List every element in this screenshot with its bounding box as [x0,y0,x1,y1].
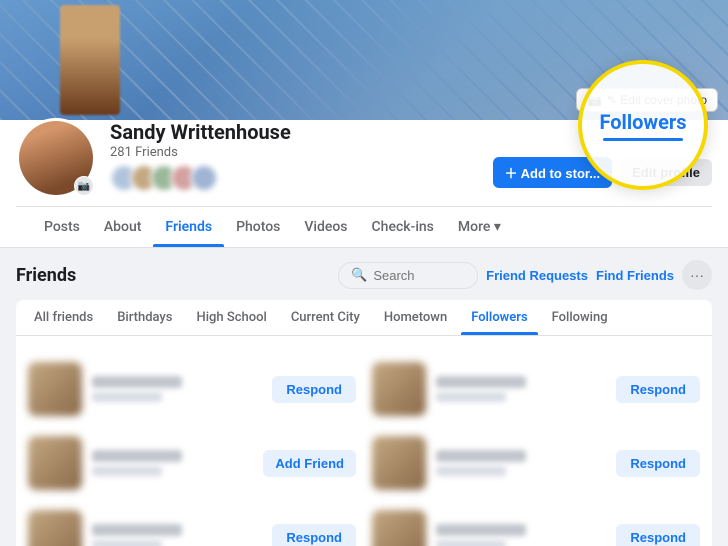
friend-name [92,524,182,536]
friend-requests-button[interactable]: Friend Requests [486,264,588,287]
profile-name-area: Sandy Writtenhouse 281 Friends [110,120,493,198]
filter-tab-currentcity[interactable]: Current City [281,300,370,335]
nav-tabs: Posts About Friends Photos Videos Check-… [16,206,712,247]
friend-info [436,450,606,476]
friend-card: Respond [368,504,704,546]
filter-tab-hometown[interactable]: Hometown [374,300,457,335]
followers-highlight-underline [603,138,683,141]
tab-posts[interactable]: Posts [32,207,92,247]
respond-button[interactable]: Respond [272,376,356,403]
followers-highlight-circle: Followers [578,60,708,190]
find-friends-button[interactable]: Find Friends [596,268,674,283]
tab-photos[interactable]: Photos [224,207,292,247]
friend-name [92,376,182,388]
friend-name [436,450,526,462]
friend-card: Respond [368,430,704,496]
friend-meta [92,466,162,476]
friend-name [436,376,526,388]
friend-name [92,450,182,462]
friend-name [436,524,526,536]
friends-header: Friends 🔍 Friend Requests Find Friends ·… [16,260,712,290]
friends-grid: Respond Respond [16,348,712,546]
friend-meta [92,540,162,546]
friend-card: Respond [368,356,704,422]
more-options-button[interactable]: ··· [682,260,712,290]
filter-tab-birthdays[interactable]: Birthdays [107,300,182,335]
friend-card: Respond [24,504,360,546]
friend-avatar [28,362,82,416]
respond-button[interactable]: Respond [616,524,700,546]
tab-about[interactable]: About [92,207,154,247]
respond-button[interactable]: Respond [616,376,700,403]
friend-meta [436,466,506,476]
tab-videos[interactable]: Videos [292,207,359,247]
filter-tab-all[interactable]: All friends [24,300,103,335]
mini-avatar [190,164,218,192]
friend-avatar [372,436,426,490]
friend-info [92,450,253,476]
add-friend-button[interactable]: Add Friend [263,450,356,477]
friend-info [436,524,606,546]
filter-tab-following[interactable]: Following [542,300,618,335]
avatar-wrapper: 📷 [16,118,96,198]
filter-tab-highschool[interactable]: High School [187,300,277,335]
tab-friends[interactable]: Friends [153,207,224,247]
tab-more[interactable]: More ▾ [446,207,513,247]
friends-panel: All friends Birthdays High School Curren… [16,300,712,546]
friends-title: Friends [16,265,76,286]
friend-card: Add Friend [24,430,360,496]
profile-name: Sandy Writtenhouse [110,120,493,144]
filter-tabs: All friends Birthdays High School Curren… [16,300,712,336]
followers-highlight-label: Followers [599,110,686,134]
friend-avatar [28,436,82,490]
friend-meta [436,540,506,546]
friend-info [436,376,606,402]
search-icon: 🔍 [351,268,367,283]
friend-avatar [372,510,426,546]
friends-header-actions: 🔍 Friend Requests Find Friends ··· [338,260,712,290]
friend-info [92,524,262,546]
search-input[interactable] [373,268,465,283]
main-content: Friends 🔍 Friend Requests Find Friends ·… [0,248,728,546]
friend-meta [92,392,162,402]
friend-card: Respond [24,356,360,422]
filter-tab-followers[interactable]: Followers [461,300,537,335]
profile-friends-count: 281 Friends [110,145,493,160]
avatar-camera-icon[interactable]: 📷 [74,176,94,196]
tab-checkins[interactable]: Check-ins [360,207,446,247]
friend-meta [436,392,506,402]
friend-info [92,376,262,402]
friend-avatars-row [110,164,493,192]
friend-avatar [372,362,426,416]
respond-button[interactable]: Respond [616,450,700,477]
search-box[interactable]: 🔍 [338,262,478,289]
friend-avatar [28,510,82,546]
respond-button[interactable]: Respond [272,524,356,546]
